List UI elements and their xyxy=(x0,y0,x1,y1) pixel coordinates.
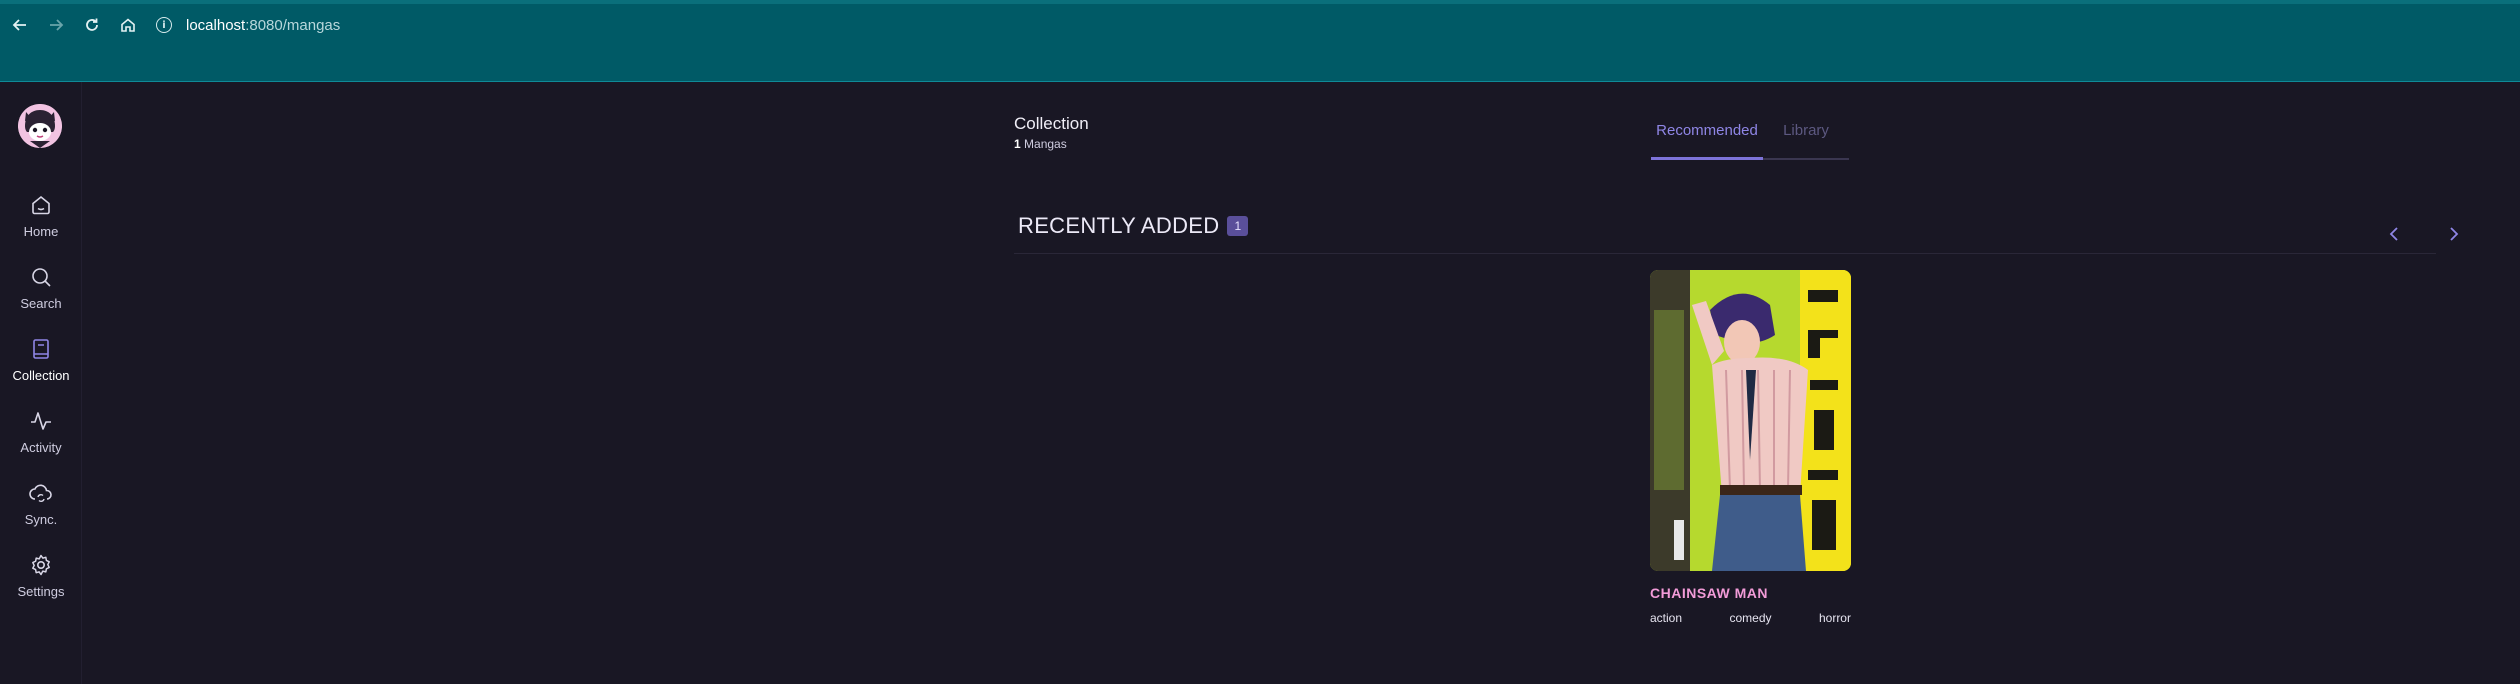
browser-navigation-bar: i localhost :8080/mangas xyxy=(0,0,2520,50)
sidebar-item-home[interactable]: Home xyxy=(0,192,82,256)
sidebar-item-collection[interactable]: Collection xyxy=(0,336,82,400)
sidebar-item-label: Sync. xyxy=(24,512,58,527)
sidebar-item-label: Collection xyxy=(12,368,70,383)
sidebar: Home Search Collection Activity Sync. Se… xyxy=(0,82,82,684)
chevron-right-icon xyxy=(2450,227,2459,241)
forward-arrow-icon[interactable] xyxy=(38,0,74,50)
section-title: RECENTLY ADDED xyxy=(1018,213,1220,238)
section-heading: RECENTLY ADDED 1 xyxy=(1018,213,1249,239)
count-badge: 1 xyxy=(1227,216,1249,236)
gear-icon xyxy=(32,554,50,576)
address-bar[interactable]: i localhost :8080/mangas xyxy=(156,9,340,41)
site-info-icon[interactable]: i xyxy=(156,17,172,33)
app-header-strip xyxy=(0,50,2520,82)
carousel-prev-button[interactable] xyxy=(2380,219,2410,249)
sidebar-item-label: Search xyxy=(20,296,62,311)
sidebar-item-sync[interactable]: Sync. xyxy=(0,480,82,544)
book-icon xyxy=(33,339,49,359)
sidebar-item-label: Activity xyxy=(20,440,62,455)
collection-count-label: Mangas xyxy=(1024,137,1067,151)
manga-tags: action comedy horror xyxy=(1650,611,1851,625)
tag[interactable]: horror xyxy=(1819,611,1851,625)
sidebar-item-activity[interactable]: Activity xyxy=(0,408,82,472)
section-divider xyxy=(1014,253,2436,254)
avatar[interactable] xyxy=(18,104,62,148)
search-icon xyxy=(32,268,51,287)
sidebar-item-label: Settings xyxy=(17,584,65,599)
back-arrow-icon[interactable] xyxy=(2,0,38,50)
url-host: localhost xyxy=(186,16,246,34)
view-tabs: Recommended Library xyxy=(1651,112,1849,160)
activity-icon xyxy=(31,412,51,430)
tag[interactable]: action xyxy=(1650,611,1682,625)
sidebar-item-label: Home xyxy=(23,224,59,239)
sidebar-item-search[interactable]: Search xyxy=(0,264,82,328)
tab-recommended[interactable]: Recommended xyxy=(1651,112,1763,160)
cloud-sync-icon xyxy=(29,484,52,503)
manga-title[interactable]: CHAINSAW MAN xyxy=(1650,585,1851,601)
manga-card[interactable]: CHAINSAW MAN action comedy horror xyxy=(1650,270,1851,625)
page-title: Collection xyxy=(1014,114,1089,133)
tab-library[interactable]: Library xyxy=(1763,112,1849,160)
chevron-left-icon xyxy=(2389,227,2398,241)
carousel-next-button[interactable] xyxy=(2438,219,2468,249)
sidebar-item-settings[interactable]: Settings xyxy=(0,552,82,616)
url-path: :8080/mangas xyxy=(245,16,341,34)
collection-count: 1 Mangas xyxy=(1014,137,1067,151)
home-icon[interactable] xyxy=(110,0,146,50)
manga-cover[interactable] xyxy=(1650,270,1851,571)
collection-count-value: 1 xyxy=(1014,137,1021,151)
home-icon xyxy=(32,195,50,215)
cover-image xyxy=(1650,270,1851,571)
reload-icon[interactable] xyxy=(74,0,110,50)
tag[interactable]: comedy xyxy=(1729,611,1771,625)
